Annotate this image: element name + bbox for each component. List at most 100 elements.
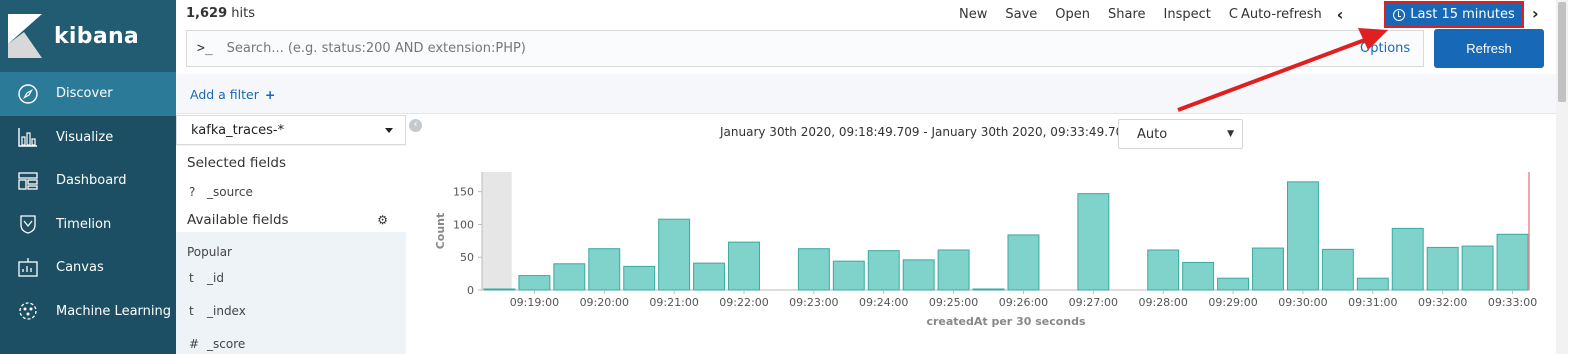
field-name: _id <box>207 271 224 285</box>
caret-down-icon <box>385 128 393 133</box>
x-tick-label: 09:26:00 <box>999 296 1048 309</box>
x-tick-label: 09:28:00 <box>1138 296 1187 309</box>
index-pattern-label: kafka_traces-* <box>191 122 285 138</box>
field-item[interactable]: t _id <box>189 271 224 285</box>
x-tick-label: 09:29:00 <box>1208 296 1257 309</box>
histogram-bar <box>1147 249 1180 291</box>
histogram-bar <box>1321 248 1354 291</box>
histogram-bar <box>1461 245 1494 291</box>
x-tick-label: 09:30:00 <box>1278 296 1327 309</box>
interval-value: Auto <box>1137 126 1168 142</box>
sidebar: kibana Discover Visualize Dashboard Time… <box>0 0 176 354</box>
search-input[interactable] <box>226 41 1327 56</box>
shield-icon <box>0 213 56 235</box>
clock-icon <box>1393 8 1406 21</box>
chevron-left-icon[interactable]: ‹ <box>1331 5 1350 24</box>
inspect-button[interactable]: Inspect <box>1164 7 1211 22</box>
y-axis-label: Count <box>434 213 447 250</box>
field-type-icon: t <box>189 271 194 285</box>
sidebar-item-machine-learning[interactable]: Machine Learning <box>0 290 176 334</box>
time-picker-label: Last 15 minutes <box>1410 7 1515 22</box>
field-name: _source <box>207 185 253 199</box>
add-filter-label: Add a filter <box>190 87 259 102</box>
new-button[interactable]: New <box>959 7 987 22</box>
add-filter-button[interactable]: Add a filter + <box>190 87 275 102</box>
field-item[interactable]: t _index <box>189 304 246 318</box>
x-tick-label: 09:27:00 <box>1069 296 1118 309</box>
field-name: _index <box>207 304 246 318</box>
sidebar-item-dashboard[interactable]: Dashboard <box>0 159 176 203</box>
refresh-button[interactable]: Refresh <box>1434 29 1544 68</box>
open-button[interactable]: Open <box>1055 7 1090 22</box>
options-link[interactable]: Options <box>1360 41 1410 56</box>
gear-icon[interactable]: ⚙ <box>377 213 388 227</box>
y-tick-label: 50 <box>460 251 474 264</box>
histogram-bar <box>1391 227 1424 291</box>
index-pattern-select[interactable]: kafka_traces-* <box>176 115 406 145</box>
field-item[interactable]: ? _source <box>189 185 253 199</box>
sidebar-item-canvas[interactable]: Canvas <box>0 246 176 290</box>
scrollbar-thumb[interactable] <box>1558 2 1566 102</box>
histogram-bar <box>902 259 935 291</box>
kibana-logo[interactable]: kibana <box>0 0 176 72</box>
share-button[interactable]: Share <box>1108 7 1146 22</box>
ml-icon <box>0 300 56 322</box>
histogram-bar <box>1286 181 1319 291</box>
histogram-bar <box>1077 193 1110 291</box>
histogram-bar <box>832 260 865 291</box>
sidebar-item-label: Discover <box>56 86 113 102</box>
sidebar-item-visualize[interactable]: Visualize <box>0 116 176 160</box>
histogram-bar <box>937 249 970 291</box>
histogram-bar <box>658 218 691 291</box>
x-tick-label: 09:31:00 <box>1348 296 1397 309</box>
field-item[interactable]: # _score <box>189 337 245 351</box>
histogram-bar <box>588 248 621 291</box>
field-type-icon: ? <box>189 185 196 199</box>
interval-select[interactable]: Auto ▼ <box>1118 119 1243 149</box>
histogram-bar <box>1426 246 1459 291</box>
time-range-text: January 30th 2020, 09:18:49.709 - Januar… <box>720 125 1147 139</box>
x-tick-label: 09:19:00 <box>510 296 559 309</box>
sidebar-item-label: Timelion <box>56 216 112 232</box>
x-tick-label: 09:33:00 <box>1488 296 1537 309</box>
time-picker-button[interactable]: Last 15 minutes <box>1384 1 1524 28</box>
auto-refresh-button[interactable]: C Auto-refresh <box>1229 7 1322 22</box>
x-tick-label: 09:24:00 <box>859 296 908 309</box>
selected-fields-heading: Selected fields <box>187 155 286 171</box>
histogram-bar <box>693 262 726 291</box>
save-button[interactable]: Save <box>1005 7 1037 22</box>
bar-chart-icon <box>0 126 56 148</box>
sidebar-item-label: Machine Learning <box>56 303 171 319</box>
search-bar: >_ <box>186 30 1424 67</box>
histogram-bar <box>1182 261 1215 291</box>
y-tick-label: 0 <box>467 284 474 297</box>
page-scrollbar[interactable] <box>1556 0 1568 354</box>
histogram-bar <box>553 263 586 291</box>
y-tick-label: 100 <box>453 218 474 231</box>
out-of-range-shade <box>482 172 512 290</box>
sidebar-item-discover[interactable]: Discover <box>0 72 176 116</box>
logo-text: kibana <box>54 23 140 49</box>
x-tick-label: 09:21:00 <box>649 296 698 309</box>
filter-bar: Add a filter + <box>176 74 1556 114</box>
query-prompt-icon: >_ <box>197 41 213 56</box>
y-tick-label: 150 <box>453 186 474 199</box>
sidebar-item-label: Canvas <box>56 260 104 276</box>
x-tick-label: 09:23:00 <box>789 296 838 309</box>
sidebar-item-timelion[interactable]: Timelion <box>0 203 176 247</box>
collapse-sidebar-icon[interactable]: ‹ <box>409 119 422 132</box>
histogram-bar <box>1217 277 1250 291</box>
x-tick-label: 09:32:00 <box>1418 296 1467 309</box>
histogram-bar <box>1252 247 1284 291</box>
histogram-bar <box>1007 234 1040 291</box>
histogram-bar <box>867 250 900 291</box>
sidebar-item-label: Visualize <box>56 129 114 145</box>
auto-refresh-label: Auto-refresh <box>1240 7 1322 22</box>
histogram-bar <box>483 288 516 291</box>
histogram-bar <box>728 241 760 291</box>
histogram-bar <box>972 288 1005 291</box>
hits-count: 1,629 hits <box>186 6 255 21</box>
hits-label: hits <box>227 6 255 21</box>
histogram-bar <box>518 275 551 291</box>
chevron-right-icon[interactable]: › <box>1532 4 1539 23</box>
